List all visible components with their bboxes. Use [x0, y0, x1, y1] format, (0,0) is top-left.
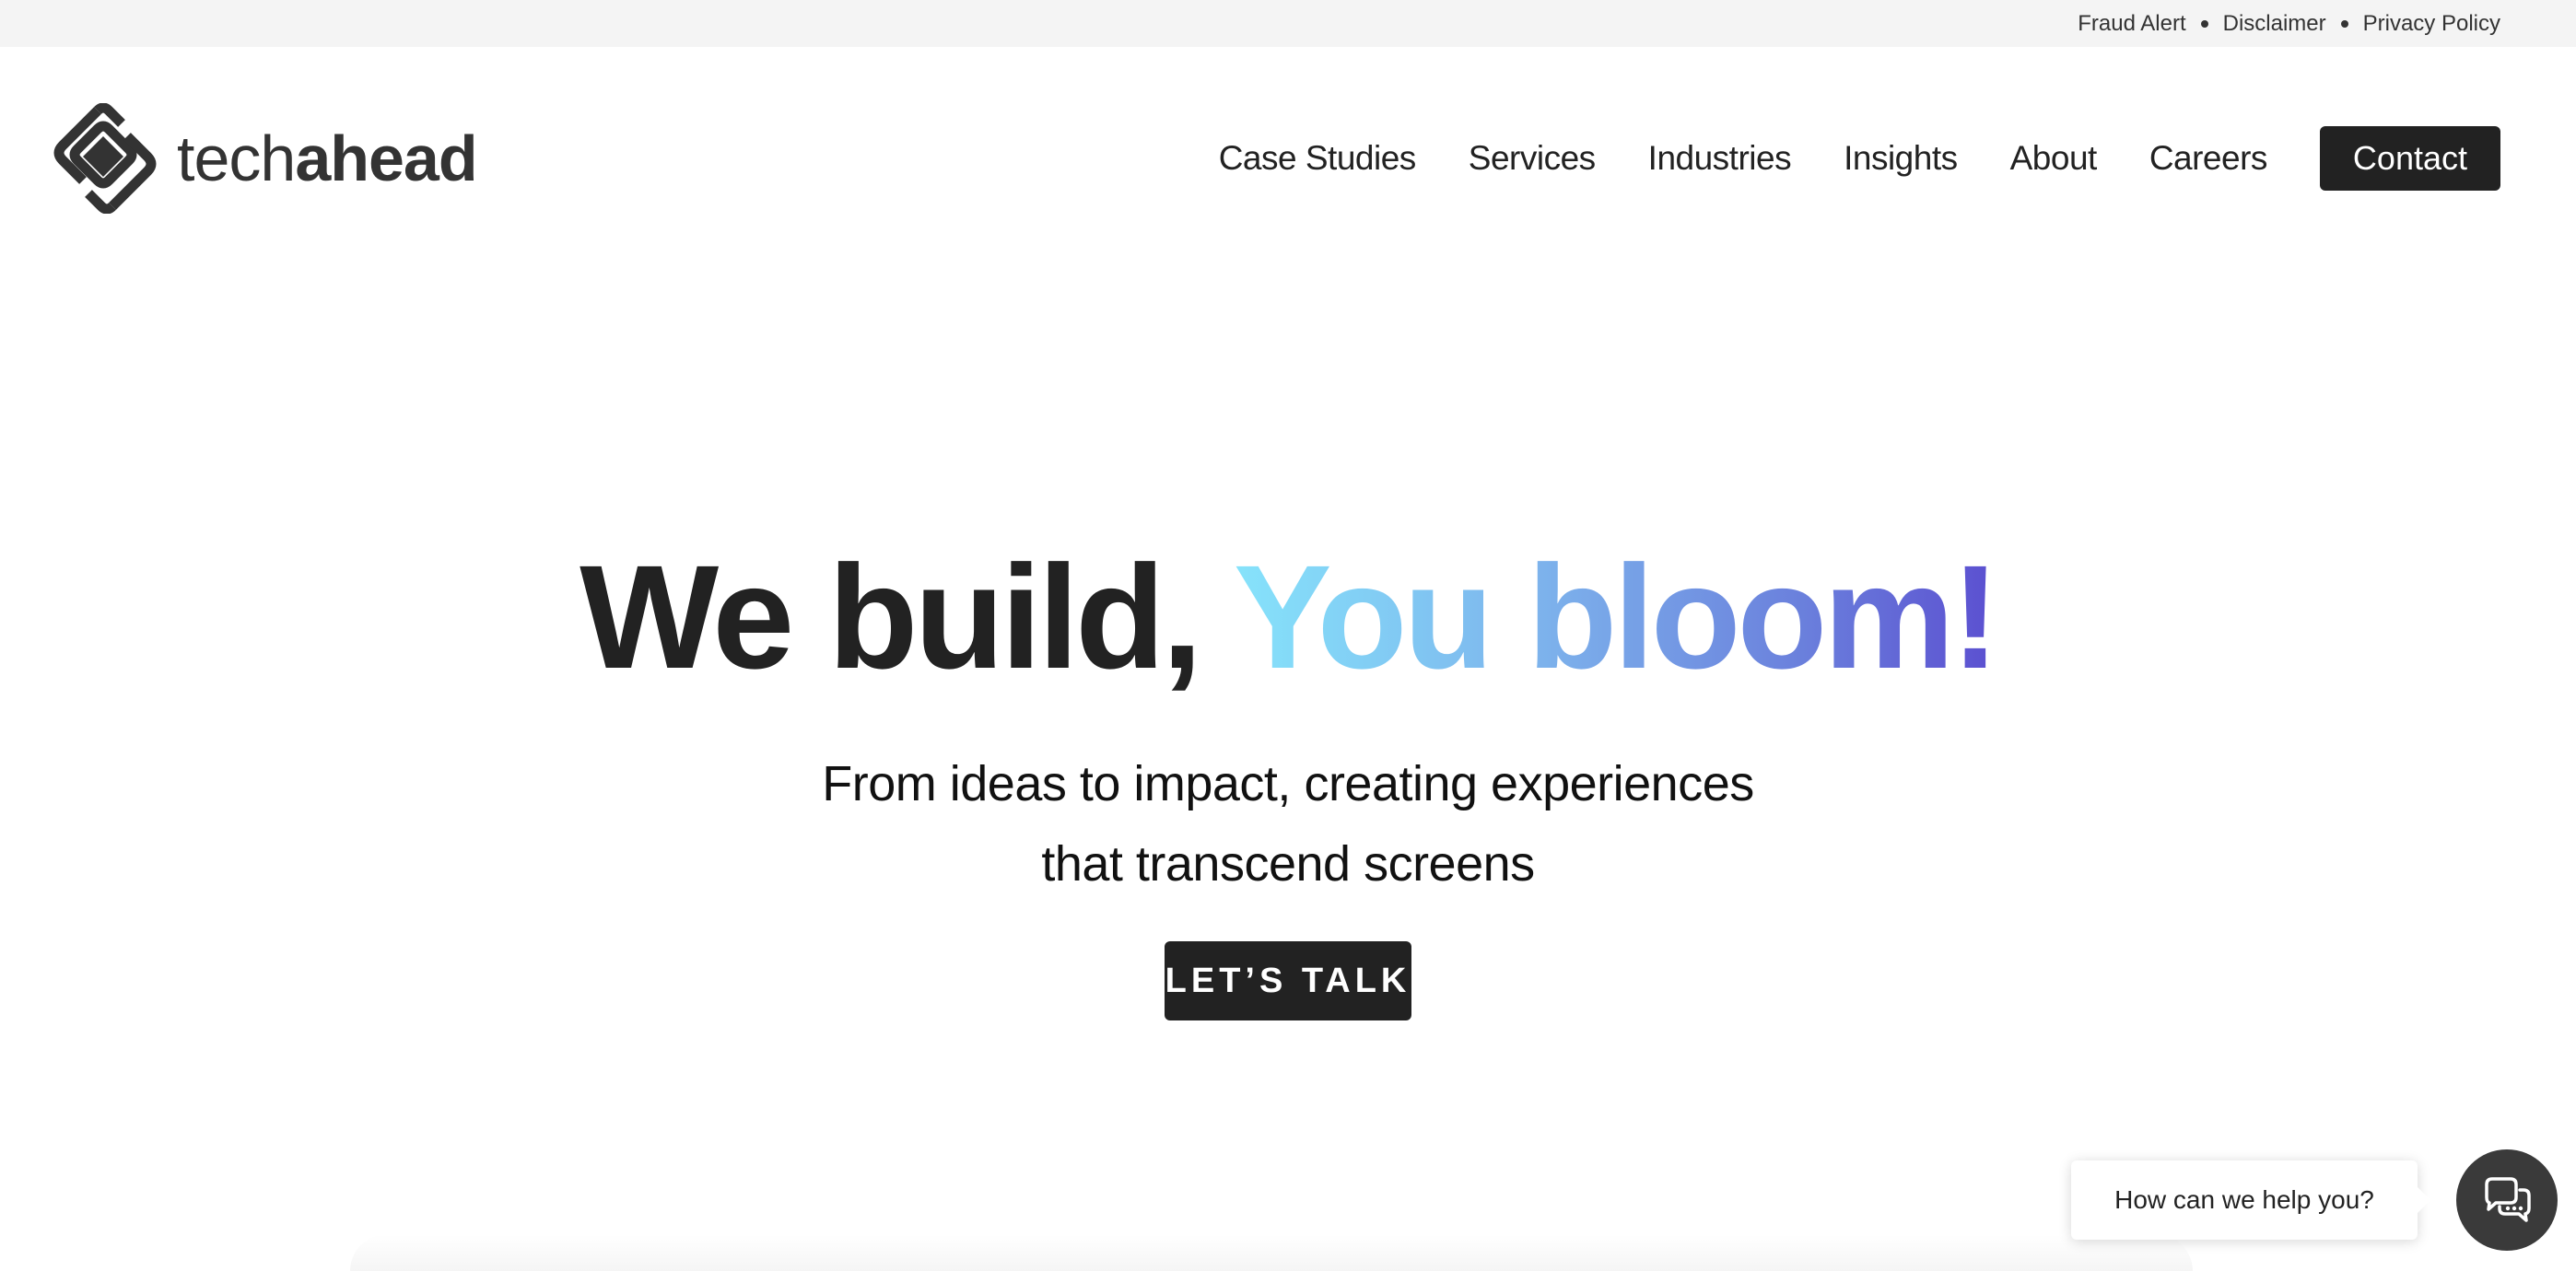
headline-gradient-part: You bloom! — [1233, 534, 2000, 699]
separator-dot — [2200, 19, 2208, 28]
nav-item-about[interactable]: About — [2010, 139, 2098, 178]
headline-dark-part: We build, — [580, 534, 1202, 699]
lets-talk-button[interactable]: LET’S TALK — [1165, 941, 1411, 1020]
logo[interactable]: techahead — [41, 103, 478, 214]
chat-prompt-text: How can we help you? — [2114, 1185, 2374, 1214]
nav-item-insights[interactable]: Insights — [1844, 139, 1958, 178]
nav-item-careers[interactable]: Careers — [2149, 139, 2268, 178]
utility-bar: Fraud Alert Disclaimer Privacy Policy — [0, 0, 2576, 47]
contact-button[interactable]: Contact — [2319, 126, 2500, 191]
hero-headline: We build, You bloom! — [0, 543, 2576, 691]
site-header: techahead Case Studies Services Industri… — [0, 47, 2576, 268]
nav-item-case-studies[interactable]: Case Studies — [1219, 139, 1417, 178]
chat-launcher-button[interactable] — [2456, 1149, 2558, 1251]
main-nav: Case Studies Services Industries Insight… — [1219, 126, 2500, 191]
fraud-alert-link[interactable]: Fraud Alert — [2078, 11, 2185, 37]
separator-dot — [2340, 19, 2348, 28]
utility-links: Fraud Alert Disclaimer Privacy Policy — [2078, 0, 2500, 47]
cta-wrapper: LET’S TALK — [0, 941, 2576, 1020]
section-edge-shadow — [350, 1234, 2193, 1271]
chat-bubbles-icon — [2485, 1177, 2531, 1222]
hero-section: We build, You bloom! From ideas to impac… — [0, 543, 2576, 1020]
privacy-policy-link[interactable]: Privacy Policy — [2363, 11, 2500, 37]
logo-text-light: tech — [177, 122, 296, 194]
nav-item-services[interactable]: Services — [1469, 139, 1596, 178]
chat-prompt-bubble[interactable]: How can we help you? — [2071, 1160, 2430, 1240]
subtitle-line-2: that transcend screens — [1041, 836, 1535, 892]
nav-item-industries[interactable]: Industries — [1648, 139, 1792, 178]
techahead-logo-icon — [53, 103, 157, 214]
hero-subtitle: From ideas to impact, creating experienc… — [0, 744, 2576, 904]
subtitle-line-1: From ideas to impact, creating experienc… — [822, 756, 1754, 811]
logo-text-bold: ahead — [295, 122, 477, 194]
logo-text: techahead — [177, 126, 478, 191]
disclaimer-link[interactable]: Disclaimer — [2223, 11, 2326, 37]
